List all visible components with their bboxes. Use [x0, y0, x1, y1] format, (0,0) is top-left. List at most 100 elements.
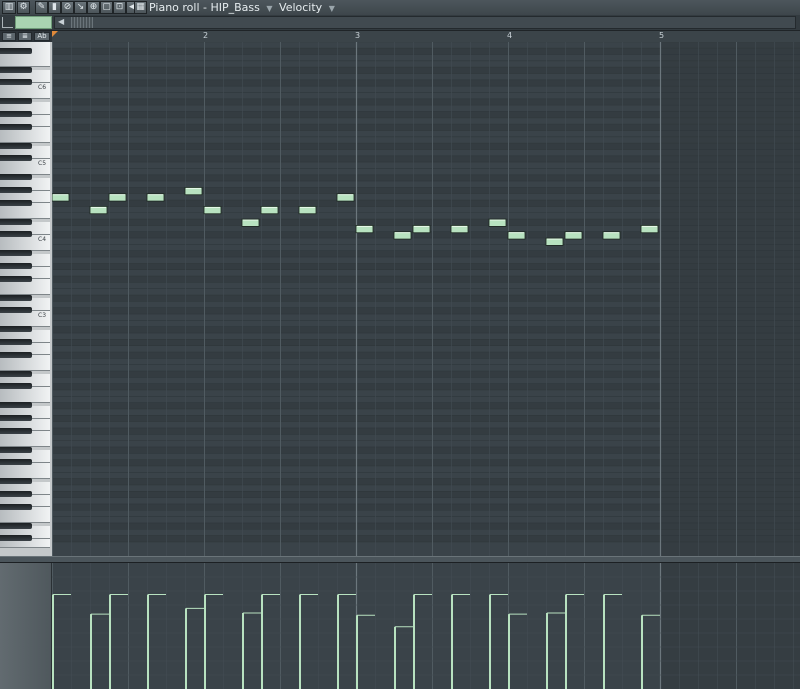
black-key[interactable] — [0, 231, 32, 238]
velocity-lane[interactable] — [52, 563, 800, 689]
scroll-grip[interactable] — [71, 17, 93, 28]
toolbar: ▥ ⚙ ✎ ▮ ⊘ ↘ ⊕ ▢ ⊡ ◀ ▦ Piano roll - HIP_B… — [0, 0, 800, 16]
black-key[interactable] — [0, 490, 32, 497]
black-key[interactable] — [0, 402, 32, 409]
black-key[interactable] — [0, 218, 32, 225]
target-chevron-down-icon[interactable]: ▼ — [329, 4, 335, 13]
black-key[interactable] — [0, 155, 32, 162]
black-key-row — [52, 427, 800, 435]
black-key-row — [52, 446, 800, 454]
white-key[interactable] — [0, 513, 50, 524]
piano-icon[interactable]: ▥ — [2, 1, 16, 14]
black-key-row — [52, 67, 800, 74]
playhead-marker-icon[interactable] — [52, 31, 62, 41]
black-key-row — [52, 535, 800, 542]
black-key[interactable] — [0, 174, 32, 181]
black-key[interactable] — [0, 275, 32, 282]
black-key[interactable] — [0, 383, 32, 390]
black-key[interactable] — [0, 427, 32, 434]
velocity-lane-header — [0, 563, 52, 689]
note-grid[interactable] — [52, 42, 800, 556]
scroll-thumb[interactable] — [15, 16, 52, 29]
black-key-row — [52, 124, 800, 131]
scrollbar[interactable]: ◀ — [54, 16, 796, 29]
black-key-row — [52, 352, 800, 359]
horizontal-scroll-row: ◀ — [0, 15, 800, 31]
piano-keyboard[interactable]: C6 C5 C4 C3 — [0, 42, 52, 556]
black-key-row — [52, 187, 800, 194]
black-key-row — [52, 155, 800, 163]
black-key-row — [52, 326, 800, 334]
white-key[interactable] — [0, 285, 50, 296]
black-key-row — [52, 478, 800, 485]
black-key-row — [52, 263, 800, 270]
black-key[interactable] — [0, 326, 32, 333]
black-key-row — [52, 522, 800, 530]
event-editor-divider[interactable] — [0, 556, 800, 563]
black-key[interactable] — [0, 66, 32, 73]
black-key[interactable] — [0, 111, 32, 118]
black-key-row — [52, 415, 800, 422]
chevron-down-icon[interactable]: ▼ — [266, 4, 272, 13]
delete-icon[interactable]: ⊘ — [61, 1, 74, 14]
black-key[interactable] — [0, 79, 32, 86]
black-key[interactable] — [0, 503, 32, 510]
target-label[interactable]: Velocity — [279, 1, 322, 14]
black-key-row — [52, 276, 800, 283]
pencil-icon[interactable]: ✎ — [35, 1, 48, 14]
bar-number: 3 — [355, 31, 361, 40]
black-key-row — [52, 174, 800, 182]
paint-icon[interactable]: ▮ — [48, 1, 61, 14]
black-key-row — [52, 250, 800, 258]
black-key-row — [52, 491, 800, 498]
zoom-icon[interactable]: ⊡ — [113, 1, 126, 14]
black-key[interactable] — [0, 446, 32, 453]
black-key[interactable] — [0, 370, 32, 377]
black-key-row — [52, 503, 800, 511]
black-key[interactable] — [0, 187, 32, 194]
white-key[interactable] — [0, 209, 50, 220]
white-key[interactable] — [0, 57, 50, 68]
black-key[interactable] — [0, 307, 32, 314]
select-icon[interactable]: ▢ — [100, 1, 113, 14]
black-key[interactable] — [0, 123, 32, 130]
black-key[interactable] — [0, 535, 32, 542]
black-key[interactable] — [0, 250, 32, 257]
black-key-row — [52, 383, 800, 390]
corner-icon[interactable] — [2, 17, 13, 28]
black-key-row — [52, 143, 800, 150]
black-key[interactable] — [0, 459, 32, 466]
wrench-icon[interactable]: ⚙ — [17, 1, 30, 14]
black-key-row — [52, 79, 800, 87]
bar-number: 4 — [507, 31, 513, 40]
black-key[interactable] — [0, 478, 32, 485]
menu-icon[interactable]: ≡ — [2, 32, 16, 41]
black-key[interactable] — [0, 199, 32, 206]
list-icon[interactable]: ≣ — [18, 32, 32, 41]
white-key[interactable] — [0, 437, 50, 448]
black-key[interactable] — [0, 263, 32, 270]
black-key[interactable] — [0, 294, 32, 301]
bar-number: 2 — [203, 31, 209, 40]
black-key[interactable] — [0, 339, 32, 345]
black-key[interactable] — [0, 351, 32, 358]
slice-icon[interactable]: ⊕ — [87, 1, 100, 14]
black-key[interactable] — [0, 522, 32, 529]
title-text: Piano roll - HIP_Bass — [149, 1, 260, 14]
black-key[interactable] — [0, 47, 32, 54]
black-key-row — [52, 219, 800, 226]
keyboard-tools: ≡ ≣ Ab — [0, 31, 52, 42]
white-key[interactable] — [0, 361, 50, 372]
note-names-icon[interactable]: Ab — [34, 32, 50, 41]
black-key[interactable] — [0, 98, 32, 105]
white-key[interactable] — [0, 133, 50, 144]
black-key[interactable] — [0, 414, 32, 421]
black-key[interactable] — [0, 142, 32, 149]
window-title[interactable]: Piano roll - HIP_Bass ▼ Velocity ▼ — [149, 0, 338, 15]
black-key-row — [52, 111, 800, 118]
mute-icon[interactable]: ↘ — [74, 1, 87, 14]
black-key-row — [52, 339, 800, 346]
black-key-row — [52, 98, 800, 106]
scroll-left-icon[interactable]: ◀ — [58, 17, 64, 26]
snap-icon[interactable]: ▦ — [134, 1, 147, 14]
